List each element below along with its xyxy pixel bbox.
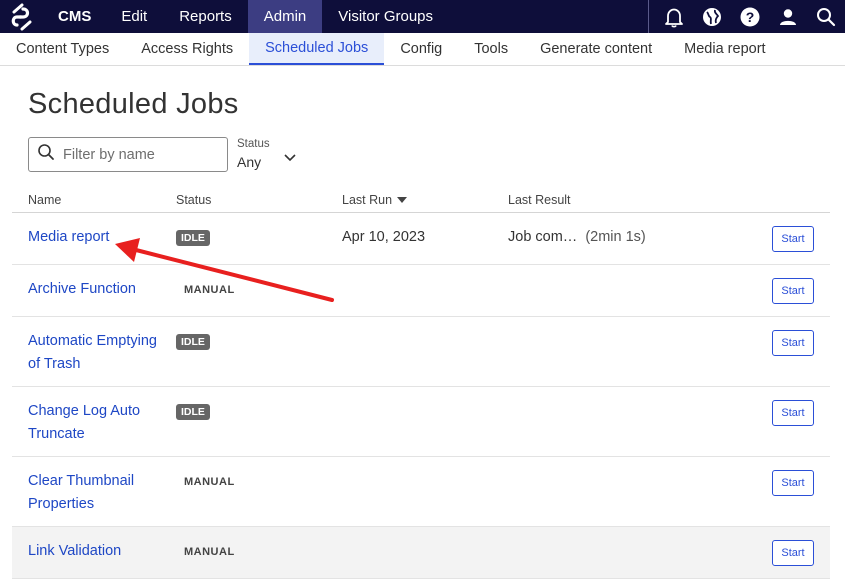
job-name-link[interactable]: Media report <box>28 226 158 249</box>
status-dropdown-label: Status <box>237 138 270 150</box>
table-header: Name Status Last Run Last Result <box>12 188 830 213</box>
tab-tools[interactable]: Tools <box>458 33 524 65</box>
result-duration: (2min 1s) <box>585 229 646 245</box>
topnav-cms[interactable]: CMS <box>44 0 105 33</box>
topnav-edit[interactable]: Edit <box>105 0 163 33</box>
search-icon <box>37 143 55 166</box>
start-button[interactable]: Start <box>772 278 814 304</box>
status-badge: IDLE <box>176 334 210 350</box>
status-dropdown[interactable]: Status Any <box>237 138 299 174</box>
tab-access-rights[interactable]: Access Rights <box>125 33 249 65</box>
help-icon[interactable]: ? <box>731 0 769 33</box>
column-header-name[interactable]: Name <box>28 193 61 207</box>
column-header-last-run[interactable]: Last Run <box>342 193 407 207</box>
sort-descending-icon <box>397 197 407 203</box>
column-header-last-result[interactable]: Last Result <box>508 193 571 207</box>
job-name-link[interactable]: Automatic Emptying of Trash <box>28 330 158 376</box>
top-navigation-bar: CMS Edit Reports Admin Visitor Groups ? <box>0 0 845 33</box>
start-button[interactable]: Start <box>772 226 814 252</box>
start-button[interactable]: Start <box>772 400 814 426</box>
filter-by-name-input[interactable] <box>63 146 213 163</box>
table-row: Clear Thumbnail Properties MANUAL Start <box>12 457 830 527</box>
column-header-status[interactable]: Status <box>176 193 211 207</box>
filter-box[interactable] <box>28 137 228 172</box>
start-button[interactable]: Start <box>772 470 814 496</box>
tab-scheduled-jobs[interactable]: Scheduled Jobs <box>249 33 385 65</box>
status-badge: MANUAL <box>184 476 235 488</box>
table-row: Link Validation MANUAL Start <box>12 527 830 579</box>
status-badge: IDLE <box>176 404 210 420</box>
status-badge: IDLE <box>176 230 210 246</box>
page-title: Scheduled Jobs <box>28 88 239 120</box>
logo-icon[interactable] <box>0 0 44 33</box>
globe-icon[interactable] <box>693 0 731 33</box>
job-name-link[interactable]: Change Log Auto Truncate <box>28 400 158 446</box>
table-row: Media report IDLE Apr 10, 2023 Job com… (… <box>12 213 830 265</box>
last-run-value: Apr 10, 2023 <box>342 229 426 245</box>
admin-subnav: Content Types Access Rights Scheduled Jo… <box>0 33 845 66</box>
status-badge: MANUAL <box>184 284 235 296</box>
tab-config[interactable]: Config <box>384 33 458 65</box>
job-name-link[interactable]: Link Validation <box>28 540 158 563</box>
start-button[interactable]: Start <box>772 330 814 356</box>
tab-content-types[interactable]: Content Types <box>0 33 125 65</box>
table-row: Change Log Auto Truncate IDLE Start <box>12 387 830 457</box>
last-run-label: Last Run <box>342 193 393 207</box>
start-button[interactable]: Start <box>772 540 814 566</box>
user-icon[interactable] <box>769 0 807 33</box>
result-text: Job com… <box>508 229 578 245</box>
topnav-visitor-groups[interactable]: Visitor Groups <box>322 0 449 33</box>
tab-generate-content[interactable]: Generate content <box>524 33 668 65</box>
topnav-admin[interactable]: Admin <box>247 0 323 33</box>
job-name-link[interactable]: Archive Function <box>28 278 158 301</box>
job-name-link[interactable]: Clear Thumbnail Properties <box>28 470 158 516</box>
last-result-value: Job com… (2min 1s) <box>508 229 646 245</box>
topbar-divider <box>648 0 649 33</box>
table-row: Archive Function MANUAL Start <box>12 265 830 317</box>
status-badge: MANUAL <box>184 546 235 558</box>
tab-media-report[interactable]: Media report <box>668 33 781 65</box>
topnav-reports[interactable]: Reports <box>163 0 248 33</box>
bell-icon[interactable] <box>655 0 693 33</box>
chevron-down-icon <box>283 150 297 168</box>
search-icon[interactable] <box>807 0 845 33</box>
table-row: Automatic Emptying of Trash IDLE Start <box>12 317 830 387</box>
scheduled-jobs-table: Name Status Last Run Last Result Media r… <box>12 188 830 579</box>
svg-text:?: ? <box>746 9 755 25</box>
